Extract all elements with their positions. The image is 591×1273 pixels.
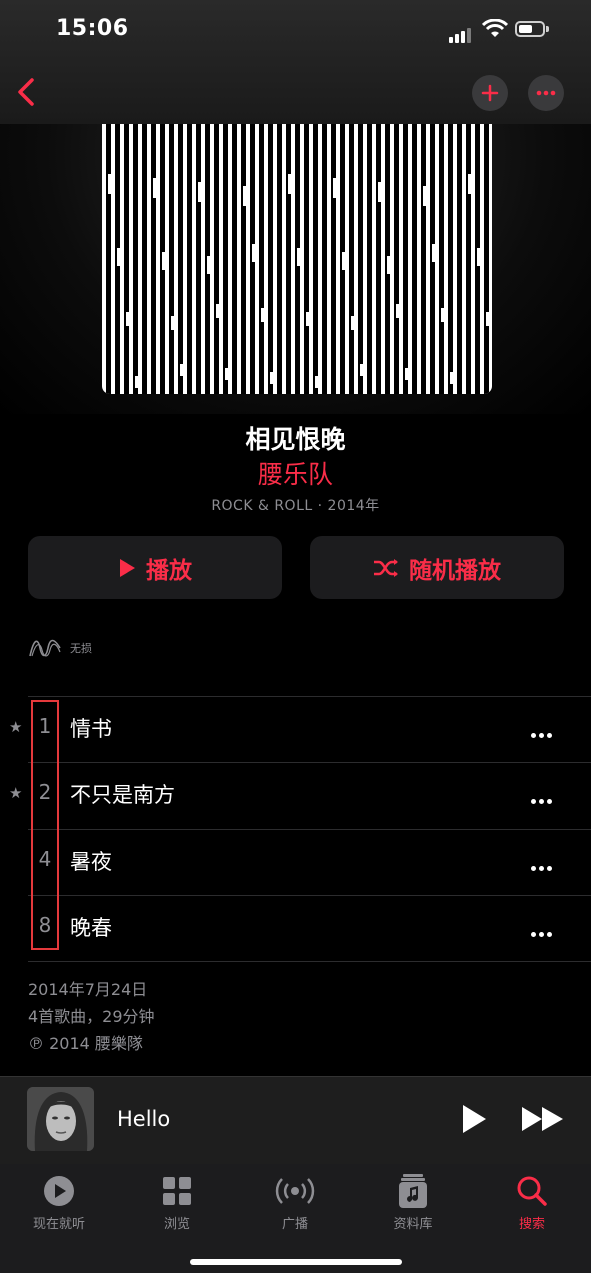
back-button[interactable] — [10, 74, 46, 110]
tab-browse[interactable]: 浏览 — [122, 1173, 232, 1232]
album-summary: 4首歌曲，29分钟 — [28, 1007, 155, 1026]
play-label: 播放 — [146, 557, 192, 584]
track-title: 情书 — [70, 717, 112, 741]
star-icon: ★ — [9, 718, 23, 736]
cover-stripes — [106, 124, 490, 394]
tab-label: 广播 — [281, 1217, 308, 1232]
track-title: 不只是南方 — [70, 783, 175, 807]
track-row[interactable]: ★ 1 情书 — [0, 696, 591, 762]
radio-waves-icon — [275, 1178, 315, 1204]
star-icon: ★ — [9, 784, 23, 802]
fast-forward-icon — [522, 1107, 563, 1131]
status-time: 15:06 — [56, 16, 129, 41]
now-playing-title: Hello — [117, 1107, 171, 1131]
mini-play-button[interactable] — [459, 1103, 489, 1139]
shuffle-label: 随机播放 — [409, 557, 501, 584]
lossless-label: 无损 — [70, 642, 92, 655]
plus-icon — [481, 84, 499, 102]
tab-label: 搜索 — [518, 1217, 545, 1232]
tab-label: 现在就听 — [32, 1217, 85, 1232]
copyright: ℗ 2014 腰樂隊 — [28, 1034, 143, 1053]
divider — [28, 961, 591, 962]
cellular-signal-icon — [449, 24, 473, 43]
lossless-wave-icon — [29, 639, 61, 657]
track-more-button[interactable] — [531, 789, 561, 804]
release-date: 2014年7月24日 — [28, 980, 148, 999]
now-playing-artwork[interactable] — [27, 1087, 94, 1151]
now-playing-artwork-image — [27, 1087, 94, 1151]
tab-listen-now[interactable]: 现在就听 — [4, 1173, 114, 1232]
wifi-icon — [481, 18, 509, 43]
album-cover-art — [102, 124, 492, 394]
tab-radio[interactable]: 广播 — [240, 1173, 350, 1232]
album-cover[interactable] — [102, 124, 492, 394]
play-button[interactable]: 播放 — [28, 536, 282, 599]
track-title: 晚春 — [70, 916, 112, 940]
track-row[interactable]: ★ 2 不只是南方 — [0, 762, 591, 828]
add-to-library-button[interactable] — [472, 75, 508, 111]
track-row[interactable]: 4 暑夜 — [0, 829, 591, 895]
chevron-left-icon — [18, 78, 34, 106]
battery-cap — [546, 26, 549, 32]
grid-icon — [163, 1177, 191, 1205]
tab-label: 资料库 — [393, 1217, 433, 1232]
album-meta: ROCK & ROLL · 2014年 — [211, 498, 380, 514]
play-icon — [463, 1105, 486, 1133]
track-title: 暑夜 — [70, 850, 112, 874]
track-more-button[interactable] — [531, 723, 561, 738]
track-more-button[interactable] — [531, 856, 561, 871]
more-options-button[interactable] — [528, 75, 564, 111]
tab-search[interactable]: 搜索 — [477, 1173, 587, 1232]
search-icon — [517, 1176, 547, 1206]
battery-icon — [515, 21, 545, 37]
next-track-button[interactable] — [520, 1103, 566, 1139]
artist-link[interactable]: 腰乐队 — [0, 455, 591, 491]
shuffle-icon — [374, 558, 398, 577]
track-row[interactable]: 8 晚春 — [0, 895, 591, 961]
shuffle-button[interactable]: 随机播放 — [310, 536, 564, 599]
tab-label: 浏览 — [163, 1217, 190, 1232]
tab-library[interactable]: 资料库 — [358, 1173, 468, 1232]
music-library-icon — [399, 1174, 427, 1208]
home-indicator — [190, 1259, 402, 1265]
track-number-highlight-box — [31, 700, 59, 950]
track-more-button[interactable] — [531, 922, 561, 937]
play-icon — [120, 558, 135, 577]
play-circle-icon — [44, 1176, 74, 1206]
lossless-badge: 无损 — [28, 636, 92, 660]
ellipsis-icon — [536, 90, 556, 96]
album-title: 相见恨晚 — [245, 425, 346, 454]
